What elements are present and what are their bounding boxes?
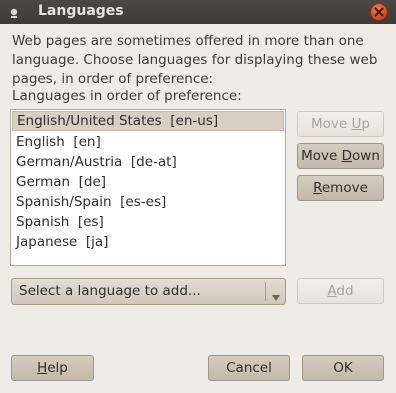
- window-menu-icon[interactable]: [7, 5, 21, 19]
- remove-button[interactable]: Remove: [297, 175, 384, 201]
- move-up-mnemonic: U: [351, 116, 362, 132]
- help-button[interactable]: Help: [11, 355, 94, 381]
- language-select[interactable]: Select a language to add...: [11, 278, 286, 305]
- move-down-button[interactable]: Move Down: [297, 143, 384, 169]
- help-label: elp: [47, 360, 68, 376]
- move-up-label-b: p: [361, 116, 370, 132]
- close-icon[interactable]: [370, 3, 388, 21]
- language-item-es-es[interactable]: Spanish/Spain [es-es]: [11, 192, 285, 212]
- language-item-de-at[interactable]: German/Austria [de-at]: [11, 152, 285, 172]
- language-select-value: Select a language to add...: [19, 283, 201, 299]
- language-item-de[interactable]: German [de]: [11, 172, 285, 192]
- ok-button[interactable]: OK: [302, 355, 384, 381]
- triangle-down-icon: [271, 287, 281, 306]
- move-down-mnemonic: D: [341, 148, 353, 164]
- move-up-button[interactable]: Move Up: [297, 111, 384, 137]
- list-label: Languages in order of preference:: [12, 88, 242, 104]
- move-down-label-b: own: [352, 148, 380, 164]
- language-item-en[interactable]: English [en]: [11, 132, 285, 152]
- remove-label: emove: [321, 180, 368, 196]
- window-title: Languages: [38, 3, 124, 19]
- move-down-label-a: Move: [301, 148, 342, 164]
- intro-text: Web pages are sometimes offered in more …: [12, 33, 378, 87]
- remove-mnemonic: R: [313, 180, 322, 196]
- add-label: dd: [336, 283, 354, 299]
- language-item-es[interactable]: Spanish [es]: [11, 212, 285, 232]
- move-up-label-a: Move: [311, 116, 352, 132]
- title-bar: Languages: [0, 0, 396, 24]
- languages-dialog: Languages Web pages are sometimes offere…: [0, 0, 396, 393]
- add-button[interactable]: Add: [297, 278, 384, 304]
- language-item-ja[interactable]: Japanese [ja]: [11, 232, 285, 252]
- help-mnemonic: H: [37, 360, 48, 376]
- cancel-button[interactable]: Cancel: [208, 355, 290, 381]
- language-item-en-us[interactable]: English/United States [en-us]: [12, 111, 284, 131]
- combo-separator: [265, 282, 266, 301]
- languages-list[interactable]: English/United States [en-us] English [e…: [10, 109, 286, 266]
